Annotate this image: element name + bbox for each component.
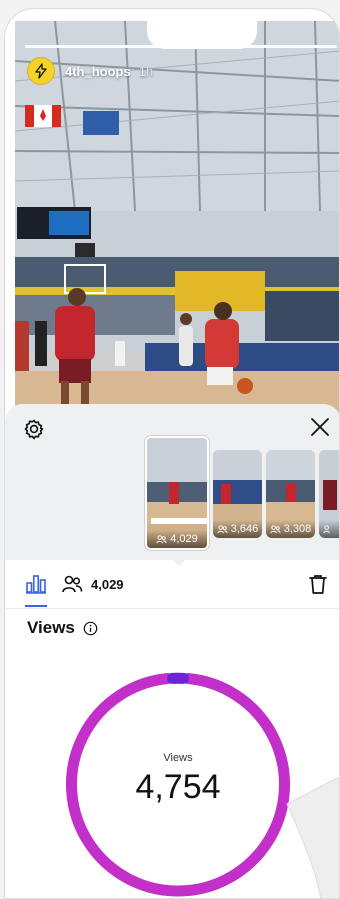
thumbnail-view-count: 3,308 xyxy=(266,520,315,538)
views-donut-chart: Views 4,754 xyxy=(59,666,297,898)
viewer-count: 4,029 xyxy=(91,576,124,592)
thumbnail-view-count: 3,646 xyxy=(213,520,262,538)
trash-icon[interactable] xyxy=(307,573,329,595)
people-icon xyxy=(62,575,83,593)
views-title: Views xyxy=(27,618,75,637)
bolt-icon xyxy=(35,63,47,79)
people-icon xyxy=(270,524,281,533)
bar-chart-icon[interactable] xyxy=(25,573,47,595)
tab-viewers[interactable]: 4,029 xyxy=(61,573,124,595)
story-time-ago: 1h xyxy=(138,63,154,79)
views-heading: Views xyxy=(27,618,98,638)
story-thumbnail[interactable]: 3,646 xyxy=(213,450,262,538)
story-header: 4th_hoops 1h xyxy=(27,57,153,85)
story-thumbnail[interactable] xyxy=(319,450,339,538)
story-media[interactable]: 4th_hoops 1h xyxy=(15,21,339,416)
story-thumbnail[interactable]: 3,308 xyxy=(266,450,315,538)
insights-tab-bar: 4,029 xyxy=(5,567,339,609)
story-username[interactable]: 4th_hoops xyxy=(65,64,131,79)
people-icon xyxy=(323,524,330,533)
active-tab-indicator xyxy=(25,605,47,607)
selected-thumbnail-caret xyxy=(172,559,186,566)
phone-frame: 4th_hoops 1h 4,029 3,646 3,308 4,029 Vie… xyxy=(4,8,340,899)
info-icon[interactable] xyxy=(83,621,98,636)
people-icon xyxy=(217,524,228,533)
story-thumbnail[interactable]: 4,029 xyxy=(145,436,209,550)
tooltip-pointer xyxy=(286,776,339,898)
settings-gear-icon[interactable] xyxy=(23,418,45,440)
close-icon[interactable] xyxy=(309,416,331,438)
insights-sheet: 4,029 3,646 3,308 4,029 Views Views 4,75… xyxy=(5,404,339,898)
story-progress-bar xyxy=(25,45,337,48)
donut-center-label: Views xyxy=(163,752,193,764)
donut-center-value: 4,754 xyxy=(135,768,221,806)
avatar[interactable] xyxy=(27,57,55,85)
thumbnail-view-count xyxy=(319,520,339,538)
thumbnail-view-count: 4,029 xyxy=(147,530,207,548)
people-icon xyxy=(156,534,167,543)
